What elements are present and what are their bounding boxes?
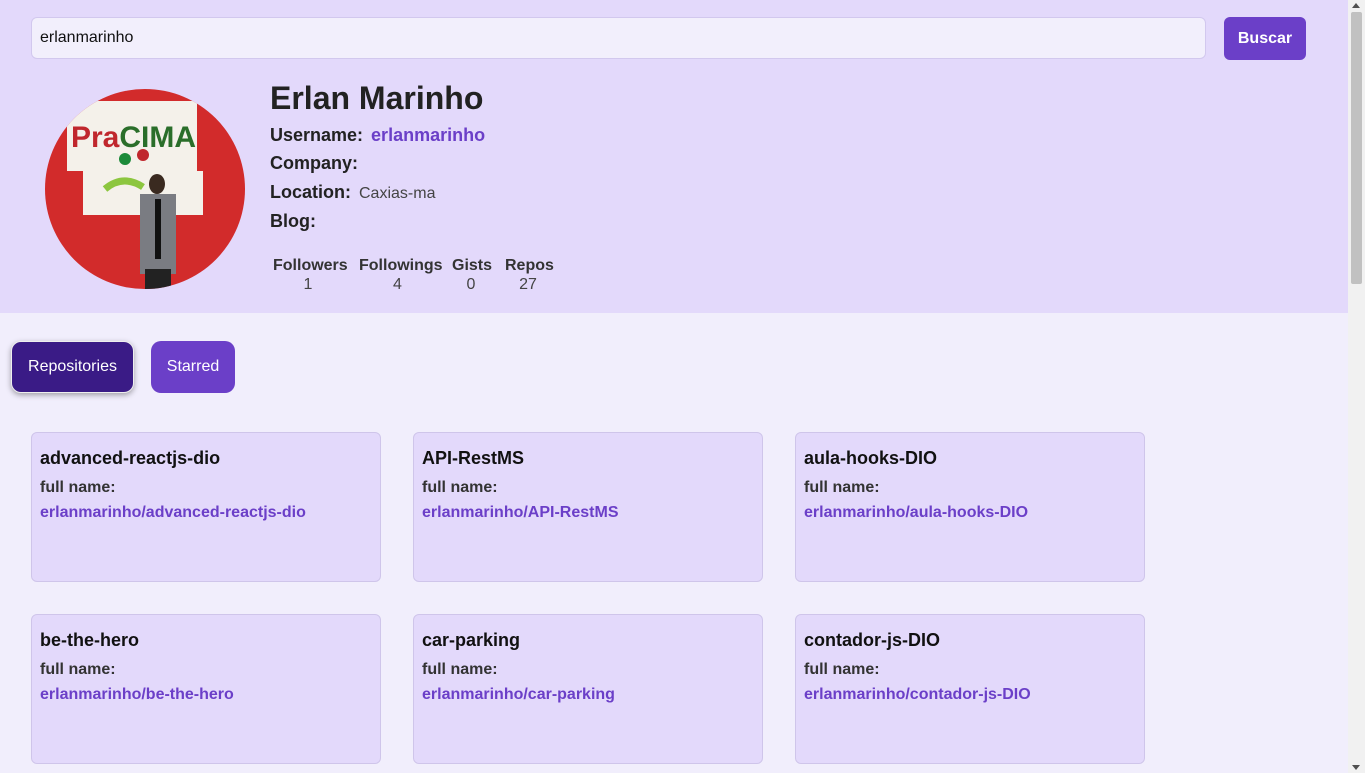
stat-followers: Followers 1	[273, 257, 348, 294]
profile-header: Buscar PraCIMA Erlan Marinho Username: er…	[0, 0, 1348, 313]
repo-name: advanced-reactjs-dio	[40, 448, 221, 468]
vertical-scrollbar[interactable]	[1348, 0, 1365, 773]
username-row: Username: erlanmarinho	[270, 125, 485, 146]
repo-card[interactable]: car-parking full name: erlanmarinho/car-…	[413, 614, 763, 764]
avatar-logo-text: PraCIMA	[71, 121, 196, 154]
company-row: Company:	[270, 153, 366, 174]
repo-full-name-link[interactable]: erlanmarinho/car-parking	[422, 686, 615, 704]
location-label: Location:	[270, 182, 351, 202]
repo-name: aula-hooks-DIO	[804, 448, 938, 468]
repo-full-name-link[interactable]: erlanmarinho/API-RestMS	[422, 504, 618, 522]
stat-label: Gists	[452, 257, 493, 274]
tab-repositories[interactable]: Repositories	[11, 341, 134, 393]
search-button[interactable]: Buscar	[1224, 17, 1306, 60]
blog-row: Blog:	[270, 211, 324, 232]
stat-label: Followers	[273, 257, 348, 274]
stat-label: Repos	[505, 257, 554, 274]
stat-value: 4	[393, 276, 402, 293]
profile-name: Erlan Marinho	[270, 80, 484, 116]
company-label: Company:	[270, 153, 359, 173]
repo-full-name-link[interactable]: erlanmarinho/contador-js-DIO	[804, 686, 1031, 704]
repo-card[interactable]: be-the-hero full name: erlanmarinho/be-t…	[31, 614, 381, 764]
stat-followings: Followings 4	[359, 257, 443, 294]
full-name-label: full name:	[804, 479, 880, 496]
stat-value: 27	[519, 276, 537, 293]
stat-value: 0	[466, 276, 476, 293]
repo-card[interactable]: advanced-reactjs-dio full name: erlanmar…	[31, 432, 381, 582]
scrollbar-thumb[interactable]	[1351, 12, 1362, 284]
stat-gists: Gists 0	[452, 257, 493, 294]
location-value: Caxias-ma	[359, 185, 436, 202]
repo-name: contador-js-DIO	[804, 630, 941, 650]
search-input[interactable]	[31, 17, 1206, 59]
repo-card[interactable]: API-RestMS full name: erlanmarinho/API-R…	[413, 432, 763, 582]
tab-starred[interactable]: Starred	[151, 341, 235, 393]
username-label: Username:	[270, 125, 364, 145]
full-name-label: full name:	[422, 479, 498, 496]
repo-card[interactable]: contador-js-DIO full name: erlanmarinho/…	[795, 614, 1145, 764]
location-row: Location: Caxias-ma	[270, 182, 435, 203]
repo-card[interactable]: aula-hooks-DIO full name: erlanmarinho/a…	[795, 432, 1145, 582]
avatar: PraCIMA	[45, 89, 245, 289]
repo-name: API-RestMS	[422, 448, 525, 468]
full-name-label: full name:	[422, 661, 498, 678]
username-link[interactable]: erlanmarinho	[371, 125, 485, 145]
scroll-down-icon[interactable]	[1352, 765, 1360, 770]
repo-full-name-link[interactable]: erlanmarinho/be-the-hero	[40, 686, 234, 704]
stat-label: Followings	[359, 257, 443, 274]
full-name-label: full name:	[804, 661, 880, 678]
full-name-label: full name:	[40, 661, 116, 678]
scroll-up-icon[interactable]	[1352, 3, 1360, 8]
repo-name: car-parking	[422, 630, 521, 650]
repo-full-name-link[interactable]: erlanmarinho/advanced-reactjs-dio	[40, 504, 306, 522]
full-name-label: full name:	[40, 479, 116, 496]
repo-full-name-link[interactable]: erlanmarinho/aula-hooks-DIO	[804, 504, 1028, 522]
repo-name: be-the-hero	[40, 630, 139, 650]
stat-repos: Repos 27	[505, 257, 554, 294]
stat-value: 1	[303, 276, 313, 293]
blog-label: Blog:	[270, 211, 316, 231]
